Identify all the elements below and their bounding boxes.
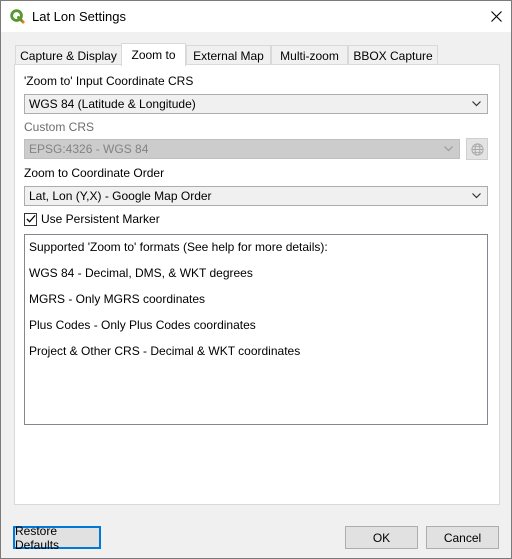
chevron-down-icon xyxy=(444,146,453,152)
custom-crs-dropdown[interactable]: EPSG:4326 - WGS 84 xyxy=(24,139,460,159)
cancel-button[interactable]: Cancel xyxy=(426,526,499,549)
custom-crs-label: Custom CRS xyxy=(24,120,95,134)
tab-label: Multi-zoom xyxy=(280,48,339,63)
tab-label: Capture & Display xyxy=(20,48,117,63)
supported-formats-text[interactable]: Supported 'Zoom to' formats (See help fo… xyxy=(24,234,488,425)
settings-dialog: Lat Lon Settings Capture & Display Zoom … xyxy=(0,0,512,559)
persistent-marker-label: Use Persistent Marker xyxy=(41,212,160,226)
tab-zoom-to[interactable]: Zoom to xyxy=(121,43,186,66)
close-button[interactable] xyxy=(481,1,511,32)
qgis-logo-icon xyxy=(10,9,25,24)
tab-bar: Capture & Display Zoom to External Map M… xyxy=(15,43,499,66)
restore-defaults-label: Restore Defaults xyxy=(15,523,60,552)
chevron-down-icon xyxy=(472,193,481,199)
custom-crs-value: EPSG:4326 - WGS 84 xyxy=(29,142,149,156)
coordinate-order-label: Zoom to Coordinate Order xyxy=(24,166,165,180)
globe-icon xyxy=(470,142,484,156)
formats-heading: Supported 'Zoom to' formats (See help fo… xyxy=(29,240,328,254)
format-line: MGRS - Only MGRS coordinates xyxy=(29,292,206,306)
tab-multi-zoom[interactable]: Multi-zoom xyxy=(271,45,348,65)
close-icon xyxy=(490,11,502,22)
tab-external-map[interactable]: External Map xyxy=(186,45,271,65)
ok-button[interactable]: OK xyxy=(345,526,418,549)
tab-label: External Map xyxy=(193,48,264,63)
input-crs-dropdown[interactable]: WGS 84 (Latitude & Longitude) xyxy=(24,94,488,114)
select-crs-button[interactable] xyxy=(466,138,488,160)
format-line: Project & Other CRS - Decimal & WKT coor… xyxy=(29,344,301,358)
title-bar: Lat Lon Settings xyxy=(1,1,511,32)
coordinate-order-value: Lat, Lon (Y,X) - Google Map Order xyxy=(29,189,212,203)
tab-capture-display[interactable]: Capture & Display xyxy=(15,45,122,65)
cancel-label: Cancel xyxy=(443,530,482,545)
coordinate-order-dropdown[interactable]: Lat, Lon (Y,X) - Google Map Order xyxy=(24,186,488,206)
input-crs-label: 'Zoom to' Input Coordinate CRS xyxy=(24,74,194,88)
format-line: Plus Codes - Only Plus Codes coordinates xyxy=(29,318,256,332)
window-title: Lat Lon Settings xyxy=(32,9,126,24)
checkmark-icon xyxy=(25,214,36,223)
tab-bbox-capture[interactable]: BBOX Capture xyxy=(348,45,438,65)
persistent-marker-checkbox[interactable] xyxy=(24,212,37,226)
input-crs-value: WGS 84 (Latitude & Longitude) xyxy=(29,97,196,111)
restore-defaults-button[interactable]: Restore Defaults xyxy=(13,523,101,552)
tab-label: Zoom to xyxy=(131,48,176,62)
persistent-marker-option[interactable]: Use Persistent Marker xyxy=(24,212,160,226)
format-line: WGS 84 - Decimal, DMS, & WKT degrees xyxy=(29,266,253,280)
ok-label: OK xyxy=(372,530,391,545)
tab-label: BBOX Capture xyxy=(353,48,433,63)
chevron-down-icon xyxy=(472,101,481,107)
